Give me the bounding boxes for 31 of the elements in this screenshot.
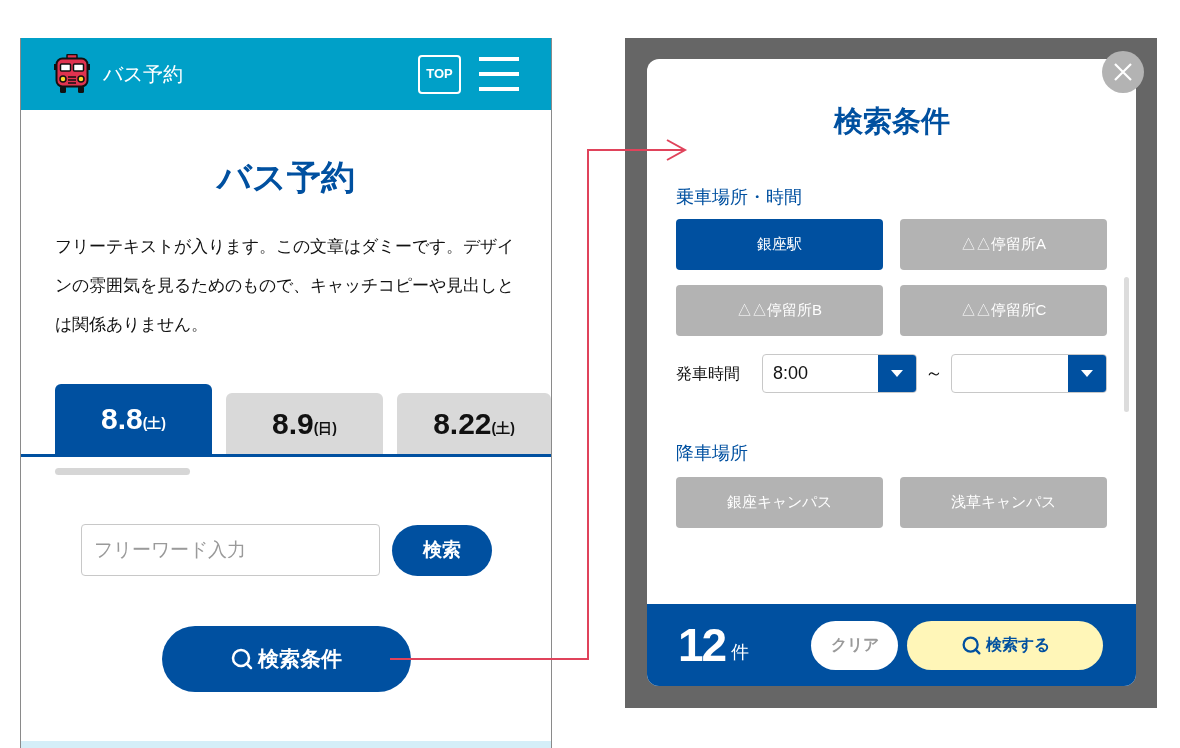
range-separator: ～	[924, 362, 944, 385]
section-label: 乗車場所・時間	[676, 186, 803, 209]
search-button[interactable]: 検索	[392, 524, 492, 576]
search-icon	[960, 634, 982, 656]
option-button[interactable]: 銀座駅	[676, 219, 883, 270]
section-label: 降車場所	[676, 442, 749, 465]
search-icon	[230, 647, 254, 671]
page-title: バス予約	[217, 157, 355, 197]
search-field[interactable]: フリーワード入力	[81, 524, 380, 576]
scroll-bar[interactable]	[55, 468, 190, 475]
scroll-bar[interactable]	[1124, 277, 1129, 412]
close-icon	[1114, 63, 1132, 81]
result-count: 12	[678, 622, 726, 668]
menu-icon	[479, 57, 519, 91]
menu-button[interactable]	[479, 57, 519, 91]
caret-icon	[878, 355, 916, 392]
date-tab[interactable]: 8.8(土)	[55, 384, 212, 454]
intro-text: フリーテキストが入ります。この文章はダミーです。デザインの雰囲気を見るためのもので、キャッチコピーや見出しとは関係ありません。	[55, 236, 515, 336]
header-title: バス予約	[103, 62, 183, 87]
count-unit: 件	[731, 640, 750, 664]
submit-search-button[interactable]: 検索する	[907, 620, 1103, 670]
caret-icon	[1068, 355, 1106, 392]
modal-title: 検索条件	[833, 104, 950, 138]
time-select[interactable]: 8:00	[762, 354, 917, 393]
time-select[interactable]	[951, 354, 1107, 393]
bus-icon	[53, 54, 91, 94]
time-label: 発車時間	[676, 363, 741, 384]
date-tab[interactable]: 8.22(土)	[397, 393, 551, 454]
close-button[interactable]	[1102, 51, 1144, 93]
filter-button[interactable]: 検索条件	[161, 626, 411, 692]
date-tab[interactable]: 8.9(日)	[226, 393, 383, 454]
